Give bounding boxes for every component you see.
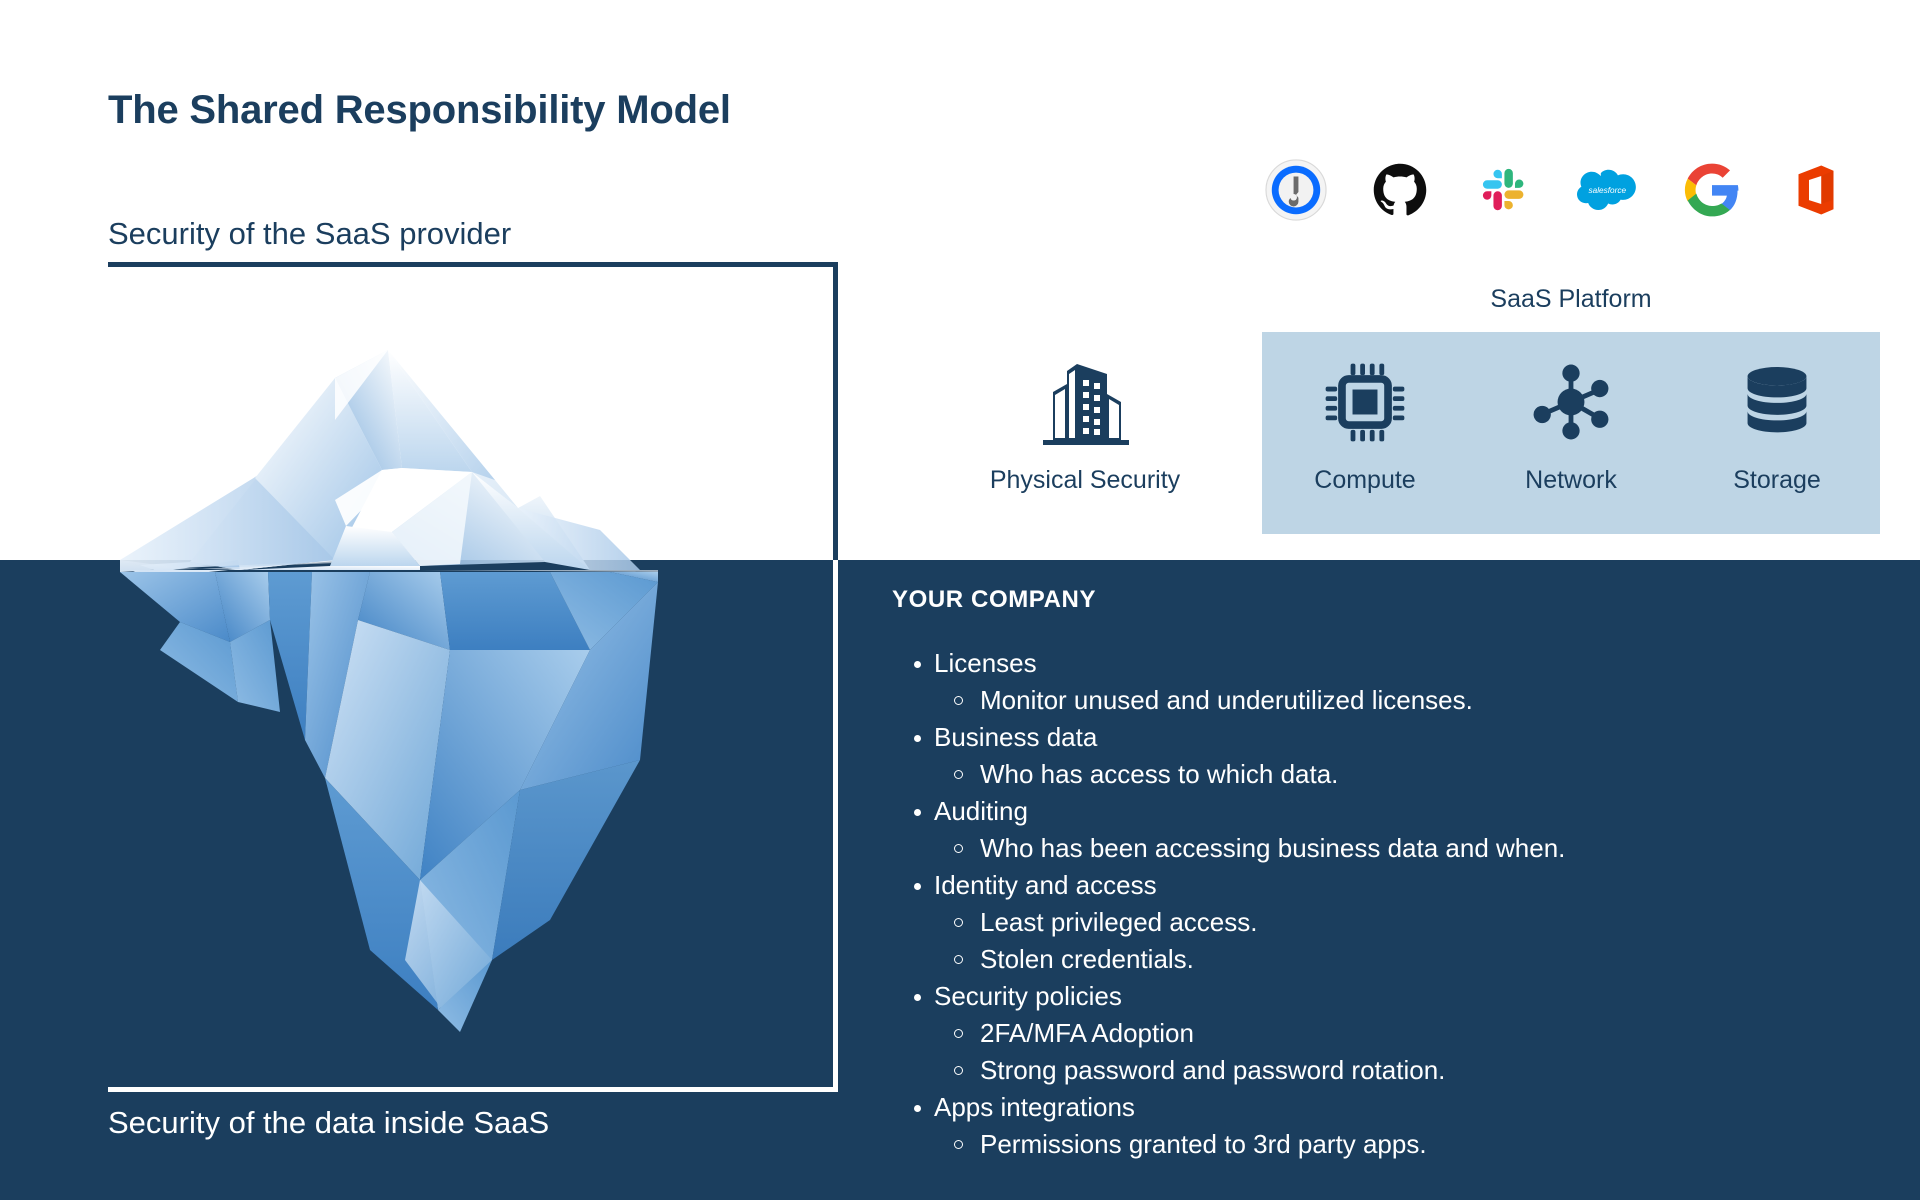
page-title: The Shared Responsibility Model [108,88,731,132]
company-responsibility-list: Licenses Monitor unused and underutilized… [892,645,1892,1163]
microsoft-office-logo [1785,159,1847,221]
responsibility-item: Auditing [892,793,1892,830]
responsibility-subitem: Monitor unused and underutilized license… [892,682,1892,719]
customer-section-label: Security of the data inside SaaS [108,1105,550,1140]
physical-security-block: Physical Security [960,332,1210,534]
responsibility-subitem: 2FA/MFA Adoption [892,1015,1892,1052]
network-nodes-icon [1523,346,1619,458]
physical-security-label: Physical Security [989,466,1181,494]
responsibility-item: Apps integrations [892,1089,1892,1126]
cpu-chip-icon [1317,346,1413,458]
svg-text:salesforce: salesforce [1589,186,1627,195]
slack-logo [1473,159,1535,221]
responsibility-subitem: Permissions granted to 3rd party apps. [892,1126,1892,1163]
google-logo [1681,159,1743,221]
infrastructure-compute: Compute [1262,332,1468,534]
salesforce-logo: salesforce [1577,159,1639,221]
saas-app-logos: salesforce [1265,152,1865,228]
office-building-icon [1035,346,1135,458]
1password-logo [1265,159,1327,221]
iceberg-illustration [120,350,658,1032]
infrastructure-network: Network [1468,332,1674,534]
storage-label: Storage [1733,466,1821,494]
responsibility-item: Identity and access [892,867,1892,904]
network-label: Network [1525,466,1617,494]
responsibility-item: Licenses [892,645,1892,682]
compute-label: Compute [1314,466,1416,494]
responsibility-subitem: Strong password and password rotation. [892,1052,1892,1089]
responsibility-subitem: Least privileged access. [892,904,1892,941]
provider-section-label: Security of the SaaS provider [108,216,512,251]
responsibility-item: Security policies [892,978,1892,1015]
responsibility-item: Business data [892,719,1892,756]
responsibility-subitem: Stolen credentials. [892,941,1892,978]
responsibility-subitem: Who has access to which data. [892,756,1892,793]
responsibility-subitem: Who has been accessing business data and… [892,830,1892,867]
github-logo [1369,159,1431,221]
database-stack-icon [1731,346,1823,458]
infrastructure-storage: Storage [1674,332,1880,534]
company-heading: YOUR COMPANY [892,586,1097,613]
saas-platform-label: SaaS Platform [1490,285,1652,313]
